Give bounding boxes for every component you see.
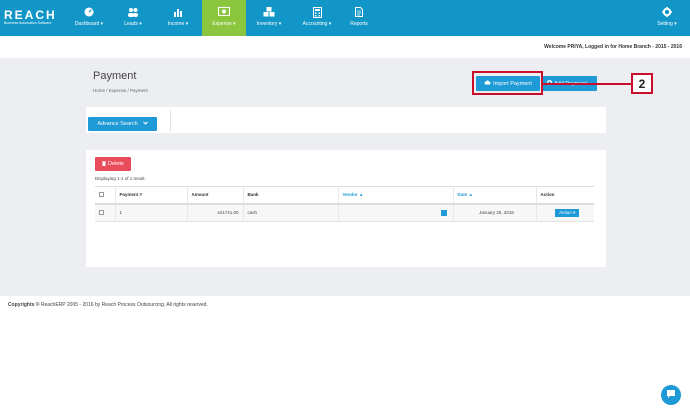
select-all-cell (95, 186, 116, 205)
nav-label: Expense ▾ (212, 21, 236, 27)
cell-vendor (338, 203, 454, 222)
callout-step-number: 2 (631, 73, 653, 94)
brand-tagline: Business Automation Software (4, 21, 52, 25)
chat-widget-button[interactable] (661, 385, 681, 405)
select-all-checkbox[interactable] (99, 191, 104, 197)
chevron-down-icon (142, 121, 148, 127)
bar-chart-icon (157, 0, 199, 20)
header-action: Action (536, 186, 594, 205)
nav-item-accounting[interactable]: Accounting ▾ (293, 0, 341, 36)
nav-item-expense[interactable]: Expense ▾ (202, 0, 246, 36)
row-checkbox[interactable] (99, 209, 104, 215)
row-select-cell (95, 203, 116, 222)
gear-icon (648, 0, 686, 20)
nav-item-dashboard[interactable]: Dashboard ▾ (65, 0, 113, 36)
delete-label: Delete (108, 161, 124, 167)
cell-payment[interactable]: 1 (115, 203, 188, 222)
header-vendor[interactable]: Vendor ▲ (338, 186, 454, 205)
nav-label: Income ▾ (167, 21, 189, 27)
advance-search-button[interactable]: Advance Search (88, 117, 157, 131)
footer-copyright: Copyrights © ReachERP 2005 - 2016 by Rea… (8, 302, 208, 308)
advance-search-label: Advance Search (97, 121, 138, 127)
brand-logo[interactable]: REACH Business Automation Software (4, 9, 57, 26)
nav-label: Setting ▾ (657, 21, 677, 27)
header-payment[interactable]: Payment # (115, 186, 188, 205)
welcome-message: Welcome PRIYA, Logged in for Home Branch… (544, 44, 682, 50)
brand-name: REACH (4, 8, 57, 22)
footer-copyright-text: ReachERP 2005 - 2016 by Reach Process Ou… (40, 302, 208, 308)
header-bank[interactable]: Bank (243, 186, 339, 205)
calculator-icon (293, 0, 341, 20)
money-icon (202, 0, 246, 20)
nav-item-reports[interactable]: Reports (343, 0, 375, 36)
people-icon (113, 0, 153, 20)
header-amount[interactable]: Amount (187, 186, 244, 205)
nav-label: Reports (350, 21, 368, 27)
breadcrumb: Home / Expense / Payment (93, 88, 148, 93)
nav-item-inventory[interactable]: Inventory ▾ (248, 0, 290, 36)
chat-bubble-icon (666, 389, 676, 401)
nav-item-leads[interactable]: Leads ▾ (113, 0, 153, 36)
cubes-icon (248, 0, 290, 20)
callout-connector-line (543, 83, 631, 85)
nav-label: Inventory ▾ (256, 21, 282, 27)
cell-action: Action ▾ (536, 203, 594, 222)
nav-item-setting[interactable]: Setting ▾ (648, 0, 686, 36)
page-title: Payment (93, 70, 137, 82)
cell-amount: 441741.00 (187, 203, 244, 222)
trash-icon (102, 160, 107, 168)
header-date[interactable]: Date ▲ (453, 186, 537, 205)
result-summary: Displaying 1-1 of 1 result. (95, 176, 146, 181)
delete-button[interactable]: Delete (95, 157, 131, 171)
vendor-link-icon[interactable] (440, 209, 447, 216)
panel-divider (170, 110, 171, 132)
footer-copyright-bold: Copyrights © (8, 302, 40, 308)
payment-table: Payment # Amount Bank Vendor ▲ Date ▲ Ac… (95, 186, 594, 222)
dashboard-icon (65, 0, 113, 20)
callout-highlight-box (472, 71, 543, 95)
nav-label: Accounting ▾ (302, 21, 332, 27)
nav-label: Leads ▾ (124, 21, 142, 27)
table-row: 1 441741.00 cash January 25, 2016 Action… (95, 203, 594, 222)
document-icon (343, 0, 375, 20)
nav-item-income[interactable]: Income ▾ (157, 0, 199, 36)
cell-bank: cash (243, 203, 339, 222)
top-navbar: REACH Business Automation Software Dashb… (0, 0, 690, 36)
nav-label: Dashboard ▾ (74, 21, 104, 27)
search-panel (86, 107, 606, 133)
cell-date: January 25, 2016 (453, 203, 537, 222)
row-action-button[interactable]: Action ▾ (555, 208, 580, 217)
table-header-row: Payment # Amount Bank Vendor ▲ Date ▲ Ac… (95, 186, 594, 205)
